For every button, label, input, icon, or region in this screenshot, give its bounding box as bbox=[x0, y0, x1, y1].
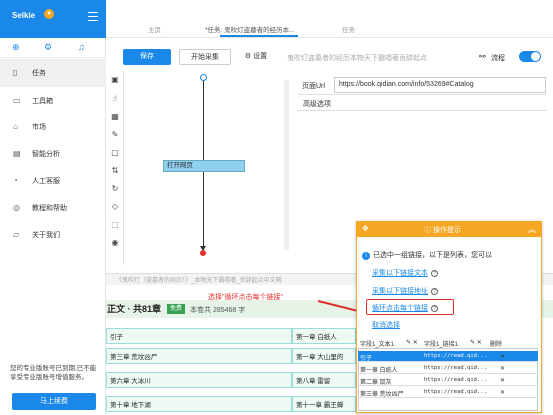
delete-icon[interactable]: ✕ bbox=[500, 377, 505, 384]
volume-info: 本卷共 285468 字 bbox=[190, 307, 246, 314]
chapter-link[interactable]: 引子 bbox=[106, 328, 292, 344]
option-collect-link-text[interactable]: 采集以下链接文本? bbox=[372, 268, 438, 278]
task-name-input[interactable]: 鬼吹灯盗墓者的经历本物天下霸唱著贡辞起点 bbox=[287, 53, 427, 63]
save-button[interactable]: 保存 bbox=[123, 49, 171, 65]
popup-info: i 已选中一组链接，以下是列表，您可以 bbox=[362, 250, 492, 260]
sidebar-item-about[interactable]: ▱ 关于我们 bbox=[0, 221, 106, 249]
toolbox-icon: ▭ bbox=[13, 96, 21, 105]
expiry-notice: 您的专业版账号已到期,已不能享受专业版账号增值服务。 bbox=[10, 365, 97, 381]
extract-tool-icon[interactable]: ▦ bbox=[110, 112, 120, 122]
flow-toolbox: ▣ ☝ ▦ ✎ ▢ ⇅ ↻ ◇ ⬚ ◉ bbox=[106, 70, 124, 265]
table-row[interactable]: 引子 https://read.qid... ✕ bbox=[358, 351, 538, 362]
active-tab-indicator bbox=[220, 35, 298, 37]
open-page-tool-icon[interactable]: ▣ bbox=[110, 75, 120, 85]
flow-start-dot bbox=[200, 74, 207, 81]
popup-header[interactable]: ✥ ⓘ 操作提示 ︽ bbox=[356, 221, 542, 237]
page-url-label: 页面Url bbox=[302, 83, 325, 90]
settings-button[interactable]: ⚙ 设置 bbox=[238, 49, 274, 65]
chapter-link[interactable]: 第一章 白纸人 bbox=[292, 328, 356, 344]
headset-icon[interactable]: ♫ bbox=[78, 42, 85, 52]
move-icon[interactable]: ✥ bbox=[362, 224, 369, 233]
sidebar-header: Selkie ♦ bbox=[0, 0, 106, 38]
table-row[interactable]: 第一章 白纸人 https://read.qid... ✕ bbox=[358, 363, 538, 374]
option-collect-link-url[interactable]: 采集以下链接地址? bbox=[372, 286, 438, 296]
analysis-icon: ▤ bbox=[13, 149, 21, 158]
annotation-text: 选择"循环点击每个链接" bbox=[208, 294, 283, 301]
info-icon: ▱ bbox=[13, 230, 20, 239]
chapter-link[interactable]: 第一章 大山里的 bbox=[292, 348, 356, 364]
delete-icon[interactable]: ✕ bbox=[500, 353, 505, 360]
hamburger-menu-icon[interactable] bbox=[88, 12, 98, 21]
option-cancel-selection[interactable]: 取消选择 bbox=[372, 320, 400, 330]
sidebar-item-help[interactable]: ◎ 教程和帮助 bbox=[0, 194, 106, 222]
start-collect-button[interactable]: 开始采集 bbox=[179, 49, 231, 65]
collapse-icon[interactable]: ︽ bbox=[528, 224, 536, 235]
tab-current-task[interactable]: *任务: 鬼吹灯盗墓者的经历本... bbox=[205, 24, 295, 34]
sidebar-tools: ⊕ ⚙ ♫ bbox=[0, 38, 106, 58]
sidebar-item-analysis[interactable]: ▤ 智能分析 bbox=[0, 140, 106, 168]
table-row[interactable]: 第二章 鼠灰 https://read.qid... ✕ bbox=[358, 375, 538, 386]
advanced-options-section[interactable]: 高级选项 bbox=[297, 94, 547, 111]
support-icon: ◔ bbox=[13, 176, 18, 185]
input-tool-icon[interactable]: ✎ bbox=[110, 130, 120, 140]
advanced-options-label: 高级选项 bbox=[303, 101, 331, 108]
flow-label: 流程 bbox=[491, 55, 505, 62]
flow-icon: ⚯ bbox=[479, 52, 486, 61]
vip-icon: ♦ bbox=[44, 9, 54, 19]
hover-tool-icon[interactable]: ⬚ bbox=[110, 220, 120, 230]
tab-task[interactable]: 任务 bbox=[342, 24, 355, 34]
chapter-title: 正文 · 共81章 bbox=[107, 304, 162, 314]
chapter-link[interactable]: 第三章 荒坟凶尸 bbox=[106, 348, 292, 364]
captcha-tool-icon[interactable]: ▢ bbox=[110, 148, 120, 158]
brand-logo: Selkie bbox=[12, 11, 36, 20]
help-icon: ◎ bbox=[13, 203, 20, 212]
browser-address-text: 《鬼吹灯（盗墓者的经历）》_本物天下霸唱著_贡辞起点中文网 bbox=[116, 278, 282, 284]
delete-icon[interactable]: ✕ bbox=[500, 365, 505, 372]
flow-scrollbar[interactable] bbox=[284, 80, 289, 250]
switch-tool-icon[interactable]: ⇅ bbox=[110, 166, 120, 176]
document-icon: ▯ bbox=[13, 68, 18, 77]
page-url-input[interactable]: https://book.qidian.com/info/53269#Catal… bbox=[334, 77, 546, 93]
sidebar-item-toolbox[interactable]: ▭ 工具箱 bbox=[0, 87, 106, 115]
gear-icon: ⚙ bbox=[244, 53, 252, 60]
sidebar-item-market[interactable]: ⌂ 市场 bbox=[0, 113, 106, 141]
edit-icon[interactable]: ✎ ✕ bbox=[470, 339, 482, 346]
free-badge: 免费 bbox=[167, 304, 185, 314]
popup-title: ⓘ 操作提示 bbox=[424, 227, 461, 234]
sidebar-item-support[interactable]: ◔ 人工客服 bbox=[0, 167, 106, 195]
column-header: 字段1_文本1 bbox=[360, 342, 395, 348]
help-icon[interactable]: ? bbox=[431, 288, 438, 295]
edit-icon[interactable]: ✎ ✕ bbox=[406, 339, 418, 346]
flow-node-open-page[interactable]: 打开网页 bbox=[163, 160, 245, 172]
flow-end-dot bbox=[200, 250, 206, 256]
help-icon[interactable]: ? bbox=[431, 270, 438, 277]
renew-button[interactable]: 马上续费 bbox=[12, 393, 96, 410]
delete-header: 删除 bbox=[490, 342, 503, 348]
end-tool-icon[interactable]: ◉ bbox=[110, 238, 120, 248]
preview-table-header: 字段1_文本1 ✎ ✕ 字段1_链接1 ✎ ✕ 删除 bbox=[358, 337, 538, 349]
add-icon[interactable]: ⊕ bbox=[12, 42, 20, 53]
chapter-link[interactable]: 第六章 大冰川 bbox=[106, 372, 292, 388]
tab-bar bbox=[106, 0, 553, 38]
table-row[interactable]: 第三章 荒坟凶尸 https://read.qid... ✕ bbox=[358, 387, 538, 398]
delete-icon[interactable]: ✕ bbox=[500, 389, 505, 396]
column-header: 字段1_链接1 bbox=[424, 342, 459, 348]
chapter-link[interactable]: 第十一章 霸王蝉 bbox=[292, 396, 356, 412]
tab-home[interactable]: 主页 bbox=[148, 24, 161, 34]
sidebar-item-tasks[interactable]: ▯ 任务 bbox=[0, 59, 106, 87]
chapter-link[interactable]: 第八章 雷留 bbox=[292, 372, 356, 388]
highlight-box bbox=[366, 299, 454, 315]
click-tool-icon[interactable]: ☝ bbox=[110, 94, 120, 104]
flow-toggle[interactable] bbox=[519, 51, 541, 62]
chapter-link[interactable]: 第十章 地下湖 bbox=[106, 396, 292, 412]
condition-tool-icon[interactable]: ◇ bbox=[110, 202, 120, 212]
loop-tool-icon[interactable]: ↻ bbox=[110, 184, 120, 194]
info-icon: i bbox=[362, 252, 370, 260]
gear-icon[interactable]: ⚙ bbox=[44, 42, 52, 53]
market-icon: ⌂ bbox=[13, 122, 18, 131]
